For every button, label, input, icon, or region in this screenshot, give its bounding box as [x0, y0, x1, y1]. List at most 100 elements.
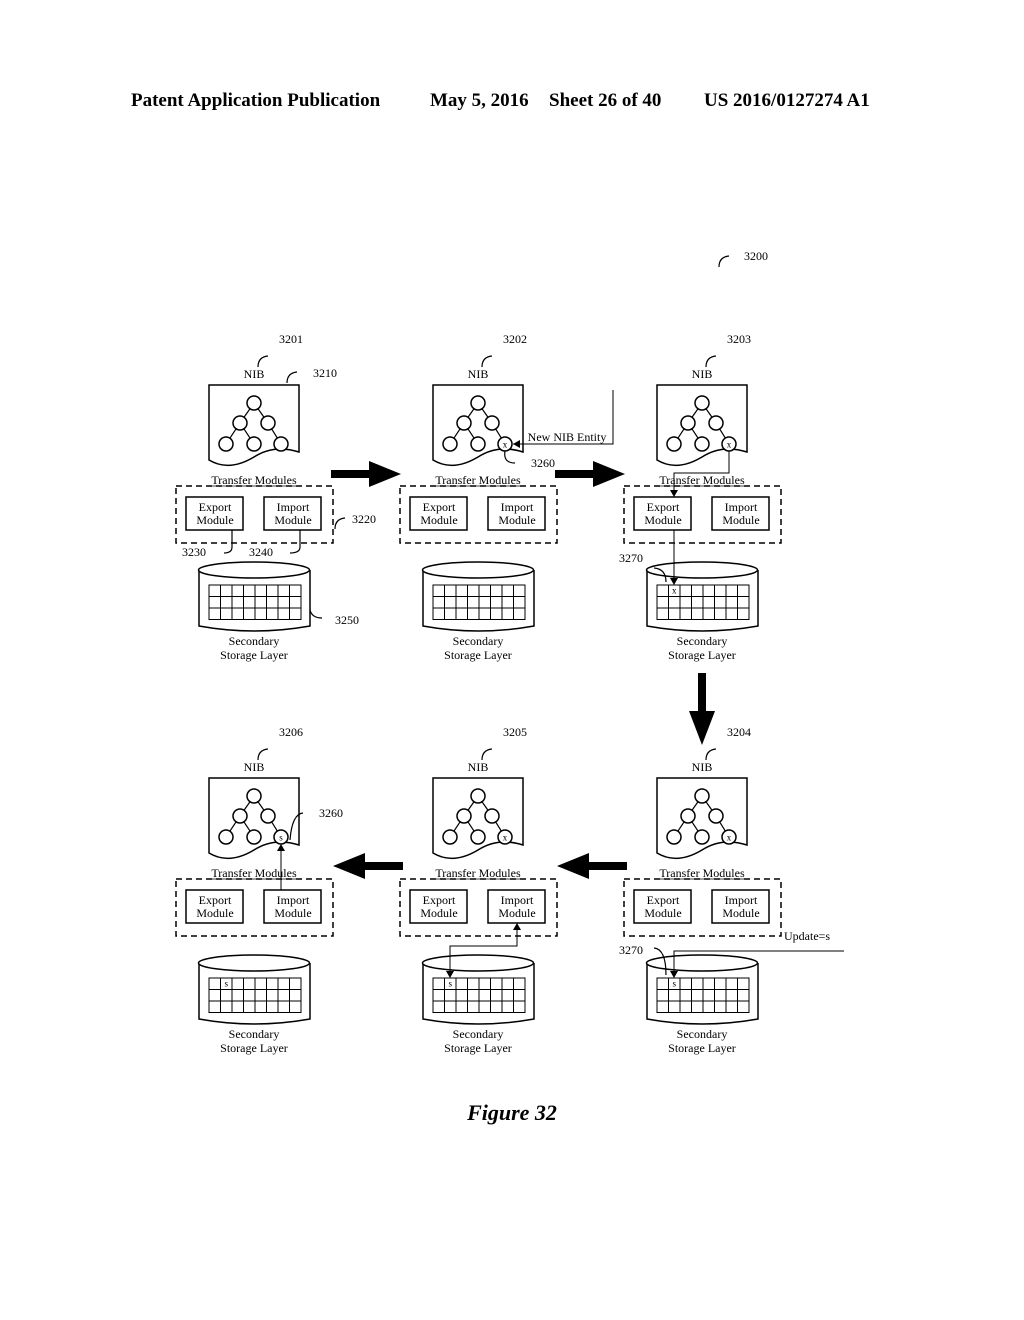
storage-cell: [501, 977, 514, 990]
transfer-modules-label: Transfer Modules: [659, 473, 745, 487]
storage-cell: [432, 977, 445, 990]
storage-cell-mark: x: [672, 586, 677, 596]
storage-cell: [714, 1000, 727, 1013]
storage-cell: [432, 989, 445, 1002]
storage-cell: [289, 607, 302, 620]
stage-ref-label: 3202: [503, 332, 527, 346]
entity-mark: x: [503, 440, 508, 450]
storage-cell: [277, 977, 290, 990]
tree-node: [456, 415, 472, 431]
storage-cell: [208, 584, 221, 597]
storage-cell: [702, 607, 715, 620]
export-label: Export: [647, 893, 680, 907]
storage-cell: [714, 584, 727, 597]
storage-cell: [725, 596, 738, 609]
export-label: Export: [423, 500, 456, 514]
nib-label: NIB: [468, 367, 489, 381]
entity-ref-label: 3260: [531, 456, 555, 470]
storage-cell: [656, 1000, 669, 1013]
storage-cylinder-top: [197, 954, 311, 972]
storage-cell: [725, 607, 738, 620]
storage-cell: [467, 1000, 480, 1013]
nib-entity-node: [273, 436, 289, 452]
storage-cell: [691, 584, 704, 597]
export-label: Module: [196, 513, 233, 527]
storage-cell: [737, 977, 750, 990]
arrow-shaft: [587, 862, 627, 870]
storage-cell: [444, 607, 457, 620]
storage-cell: [679, 989, 692, 1002]
stage-3202: 3202NIBxTransfer ModulesExportModuleImpo…: [399, 332, 614, 662]
storage-cell: [208, 977, 221, 990]
stage-ref-label: 3203: [727, 332, 751, 346]
storage-cell: [220, 607, 233, 620]
storage-cell: [467, 596, 480, 609]
storage-cylinder-top: [645, 561, 759, 579]
export-label: Export: [199, 893, 232, 907]
transfer-modules-label: Transfer Modules: [659, 866, 745, 880]
storage-label: Storage Layer: [668, 648, 736, 662]
storage-cell: [254, 1000, 267, 1013]
arrow-head: [593, 461, 625, 487]
nib-label: NIB: [468, 760, 489, 774]
storage-cell: [691, 1000, 704, 1013]
storage-cell-mark: s: [448, 979, 452, 989]
export-ref-label: 3230: [182, 545, 206, 559]
storage-cylinder-top: [421, 561, 535, 579]
storage-cell: [490, 596, 503, 609]
storage-cell: [513, 596, 526, 609]
leader-hook: [257, 355, 269, 368]
storage-label: Storage Layer: [220, 648, 288, 662]
storage-cell: [254, 607, 267, 620]
arrowhead: [513, 923, 521, 930]
storage-cell: [668, 1000, 681, 1013]
storage-cell: [737, 989, 750, 1002]
import-label: Module: [722, 906, 759, 920]
tree-node: [442, 436, 458, 452]
storage-cell: [208, 1000, 221, 1013]
storage-cell: [501, 1000, 514, 1013]
entity-mark: x: [727, 440, 732, 450]
storage-cell: [737, 596, 750, 609]
storage-cell: [478, 989, 491, 1002]
storage-cell: [513, 989, 526, 1002]
storage-cell: [737, 607, 750, 620]
storage-cell: [254, 584, 267, 597]
storage-label: Storage Layer: [444, 1041, 512, 1055]
tree-node: [246, 395, 262, 411]
storage-cell: [455, 607, 468, 620]
leader-hook: [705, 748, 717, 761]
import-label: Import: [277, 893, 310, 907]
arrow-shaft: [555, 470, 595, 478]
storage-cell: [289, 596, 302, 609]
storage-cell: [691, 607, 704, 620]
tree-node: [442, 829, 458, 845]
transfer-modules-label: Transfer Modules: [211, 866, 297, 880]
storage-cell: [266, 607, 279, 620]
tree-node: [484, 415, 500, 431]
storage-label: Secondary: [229, 634, 280, 648]
leader-hook: [286, 371, 298, 384]
storage-label: Secondary: [453, 634, 504, 648]
storage-cylinder-top: [645, 954, 759, 972]
storage-cell: [725, 1000, 738, 1013]
storage-cell: [432, 1000, 445, 1013]
figure-caption: Figure 32: [467, 1100, 557, 1125]
nib-label: NIB: [244, 367, 265, 381]
import-label: Import: [725, 500, 758, 514]
cell-ref-label: 3270: [619, 551, 643, 565]
storage-cell: [478, 977, 491, 990]
storage-cell: [513, 1000, 526, 1013]
entity-mark: x: [503, 833, 508, 843]
leader-line: [504, 450, 516, 464]
storage-cell: [277, 584, 290, 597]
storage-cell: [679, 584, 692, 597]
tree-node: [666, 829, 682, 845]
tree-node: [232, 415, 248, 431]
storage-cell: [501, 607, 514, 620]
leader-hook: [334, 517, 346, 530]
storage-cell: [231, 584, 244, 597]
storage-cell: [289, 977, 302, 990]
storage-cell: [513, 584, 526, 597]
storage-cell: [231, 989, 244, 1002]
